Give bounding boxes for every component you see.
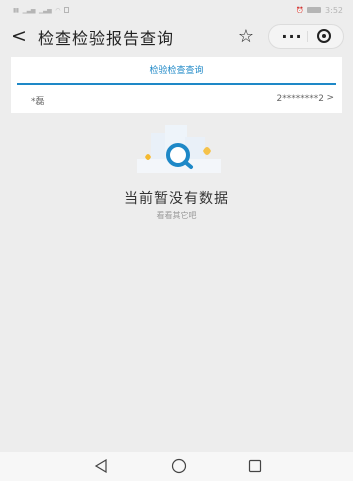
status-bar: ▮▮ ▁▃▅ ▁▃▅ ◠ ⏰ 3:52 (0, 0, 353, 20)
square-recent-icon (248, 459, 262, 473)
triangle-back-icon (94, 459, 107, 473)
nav-bar: < 检查检验报告查询 ☆ ··· (0, 20, 353, 53)
system-recent-button[interactable] (244, 457, 266, 475)
star-icon: ☆ (237, 25, 255, 47)
status-icons-left: ▮▮ ▁▃▅ ▁▃▅ ◠ (13, 6, 70, 14)
carrier-icon: ▮▮ (13, 6, 19, 14)
target-icon (322, 34, 326, 38)
battery-icon (307, 7, 322, 13)
page-title: 检查检验报告查询 (38, 29, 175, 48)
system-nav-bar (0, 452, 353, 481)
patient-id: 2********2 (276, 94, 324, 104)
status-icons-right: ⏰ 3:52 (296, 6, 343, 15)
empty-search-illustration (137, 125, 221, 173)
chevron-right-icon: > (326, 93, 334, 103)
more-button[interactable]: ··· (279, 25, 305, 48)
active-tab-underline (17, 83, 336, 85)
favorite-button[interactable]: ☆ (233, 24, 259, 48)
more-icon: ··· (281, 27, 303, 46)
circle-home-icon (171, 458, 187, 474)
patient-row[interactable]: *磊 2********2 > (11, 87, 342, 113)
query-card: 检验检查查询 *磊 2********2 > (11, 57, 342, 113)
back-icon: < (11, 25, 27, 47)
system-home-button[interactable] (168, 457, 190, 475)
capsule-divider (307, 31, 308, 42)
patient-name: *磊 (31, 97, 45, 107)
status-time: 3:52 (325, 5, 343, 15)
mini-program-capsule: ··· (268, 24, 344, 49)
system-back-button[interactable] (90, 457, 112, 475)
alarm-icon: ⏰ (296, 6, 304, 14)
empty-subtitle[interactable]: 看看其它吧 (0, 210, 353, 221)
signal-icon: ▁▃▅ (22, 6, 36, 14)
back-button[interactable]: < (9, 24, 29, 48)
notification-icon (64, 7, 70, 13)
signal-icon: ▁▃▅ (38, 6, 52, 14)
empty-title: 当前暂没有数据 (124, 191, 229, 207)
wifi-icon: ◠ (55, 6, 61, 14)
close-mini-program-button[interactable] (317, 29, 331, 43)
tab-inspection-query[interactable]: 检验检查查询 (17, 57, 336, 85)
